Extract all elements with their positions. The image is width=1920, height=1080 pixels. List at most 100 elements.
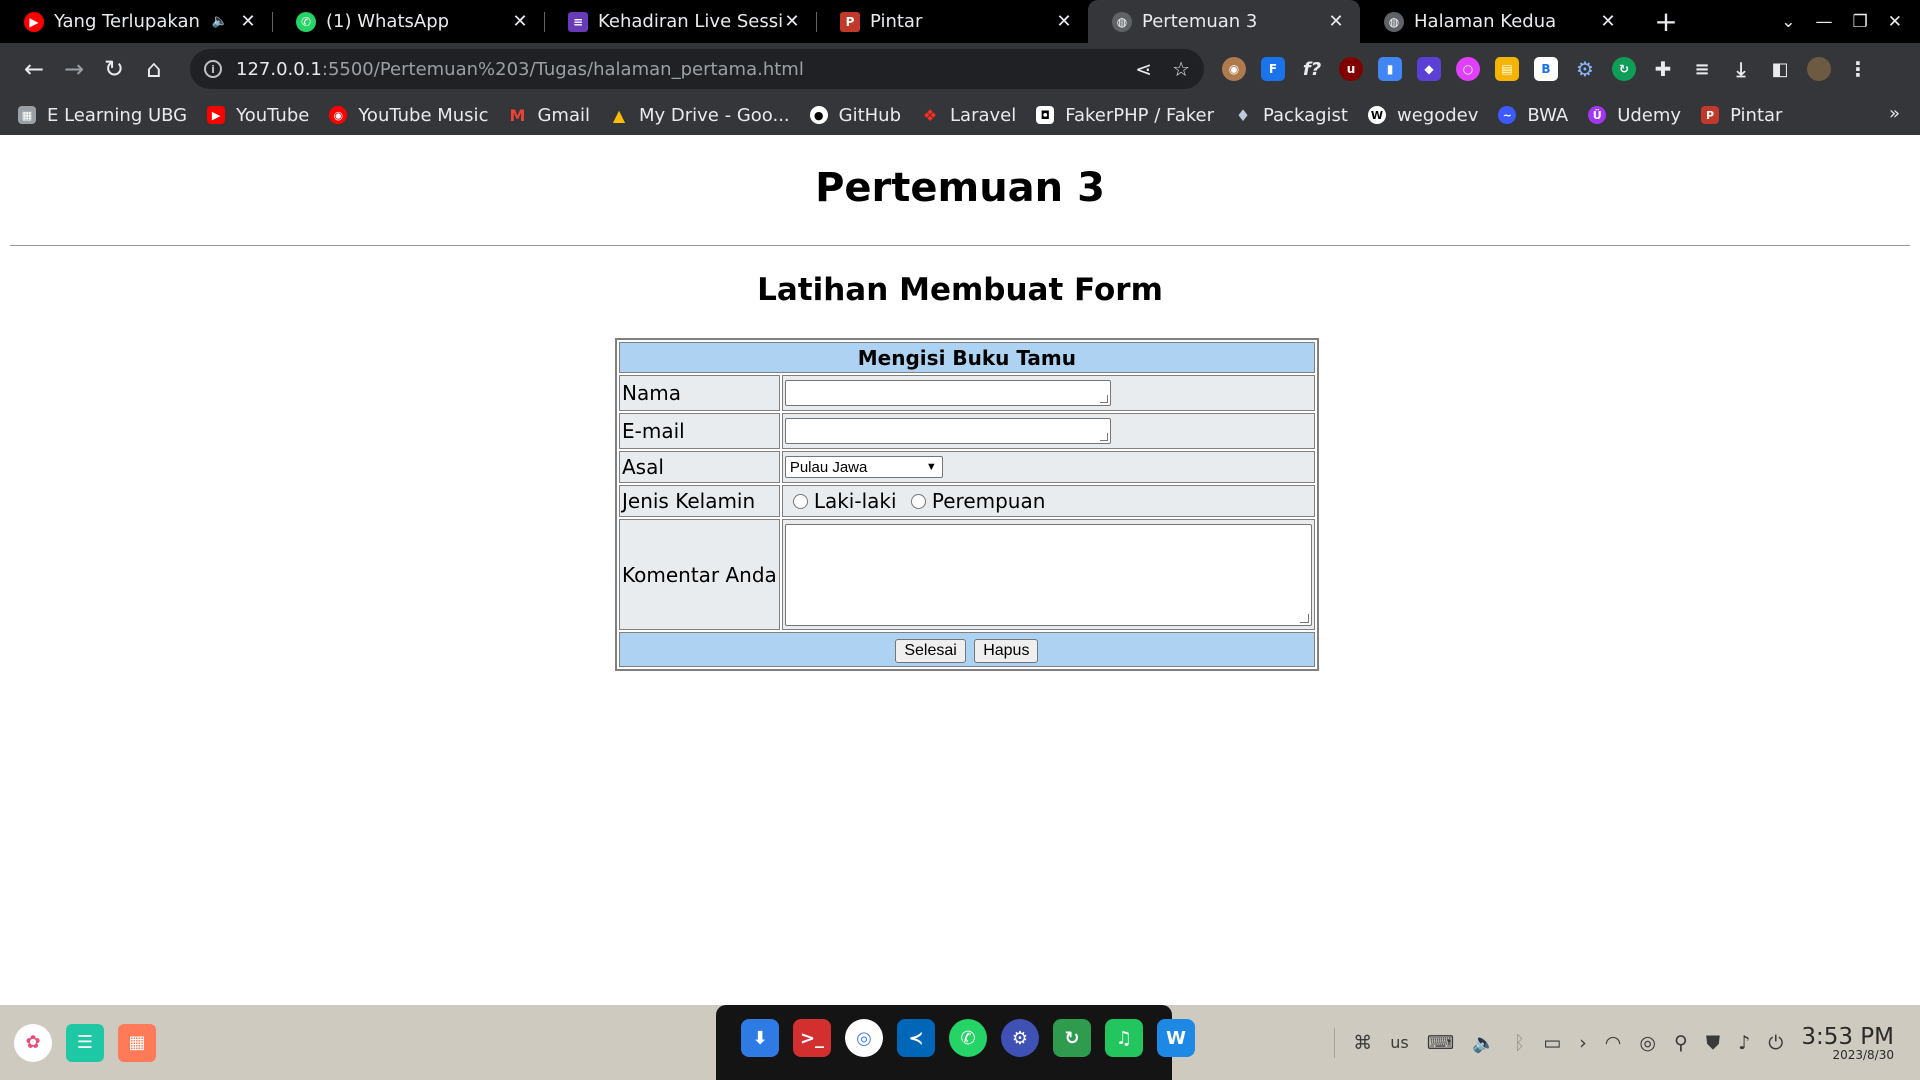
- tab-title: Yang Terlupakan - Yo: [54, 11, 206, 32]
- email-input[interactable]: [784, 418, 1111, 444]
- speaker-icon[interactable]: 🔈: [212, 14, 228, 29]
- keyboard-layout[interactable]: us: [1390, 1033, 1408, 1052]
- close-icon[interactable]: ✕: [238, 11, 258, 32]
- extension-icon[interactable]: ◆: [1417, 57, 1441, 81]
- settings-icon[interactable]: ⚙: [1001, 1019, 1039, 1057]
- multitask-icon[interactable]: ☰: [66, 1023, 104, 1062]
- wegodev-icon: W: [1367, 106, 1386, 124]
- wifi-icon[interactable]: ◠: [1605, 1032, 1622, 1054]
- tab-search-icon[interactable]: ⌄: [1781, 12, 1795, 32]
- back-icon[interactable]: ←: [14, 49, 54, 89]
- keyboard-icon[interactable]: ⌨: [1427, 1032, 1454, 1054]
- bluetooth-icon[interactable]: ᛒ: [1514, 1032, 1525, 1054]
- tab-youtube[interactable]: ▶ Yang Terlupakan - Yo 🔈 ✕: [0, 0, 272, 43]
- terminal-icon[interactable]: >_: [793, 1019, 831, 1057]
- clock-date: 2023/8/30: [1832, 1047, 1894, 1062]
- komentar-textarea[interactable]: [784, 523, 1312, 626]
- bookmark-fakerphp[interactable]: ◘ FakerPHP / Faker: [1036, 105, 1214, 126]
- puzzle-icon[interactable]: ✚: [1651, 57, 1675, 81]
- nama-input[interactable]: [784, 380, 1111, 406]
- form-icon: ≡: [568, 11, 588, 32]
- activity-monitor-icon[interactable]: ◎: [1639, 1032, 1656, 1054]
- selesai-button[interactable]: Selesai: [895, 639, 966, 663]
- menu-kebab-icon[interactable]: ⋮: [1846, 57, 1870, 81]
- font-ninja-icon[interactable]: f?: [1300, 57, 1324, 81]
- close-icon[interactable]: ✕: [510, 11, 530, 32]
- bookmark-packagist[interactable]: ♦ Packagist: [1234, 105, 1348, 126]
- tab-pintar[interactable]: P Pintar ✕: [816, 0, 1088, 43]
- bookmark-youtube[interactable]: ▶ YouTube: [207, 105, 309, 126]
- notification-bell-icon[interactable]: ♪: [1738, 1032, 1750, 1054]
- bookmark-my-drive[interactable]: ▲ My Drive - Goo...: [610, 105, 790, 126]
- extension-icon[interactable]: ▤: [1495, 57, 1519, 81]
- address-bar[interactable]: i 127.0.0.1:5500/Pertemuan%203/Tugas/hal…: [190, 49, 1204, 89]
- site-info-icon[interactable]: i: [204, 60, 222, 78]
- komentar-label: Komentar Anda: [619, 519, 780, 630]
- side-panel-icon[interactable]: ◧: [1768, 57, 1792, 81]
- tab-whatsapp[interactable]: ✆ (1) WhatsApp ✕: [272, 0, 544, 43]
- window-controls: ⌄ — ❐ ✕: [1781, 0, 1920, 43]
- tab-pertemuan-3[interactable]: ◍ Pertemuan 3 ✕: [1088, 0, 1360, 43]
- search-icon[interactable]: ⚲: [1674, 1032, 1688, 1054]
- volume-icon[interactable]: 🔈: [1472, 1031, 1496, 1054]
- asal-select[interactable]: Pulau Jawa ▼: [784, 456, 943, 478]
- bookmark-github[interactable]: ● GitHub: [809, 105, 901, 126]
- launcher-icon[interactable]: ✿: [14, 1023, 52, 1062]
- bookmark-wegodev[interactable]: Wwegodev: [1367, 105, 1478, 126]
- wps-writer-icon[interactable]: W: [1157, 1019, 1195, 1057]
- vscode-icon[interactable]: ≺: [897, 1019, 935, 1057]
- bookmark-pintar[interactable]: P Pintar: [1701, 105, 1782, 126]
- bookmark-e-learning-ubg[interactable]: ▦ E Learning UBG: [18, 105, 187, 126]
- close-icon[interactable]: ✕: [782, 11, 802, 32]
- forward-icon[interactable]: →: [54, 49, 94, 89]
- power-icon[interactable]: ⏻: [1768, 1032, 1783, 1054]
- hapus-button[interactable]: Hapus: [974, 639, 1039, 663]
- input-method-icon[interactable]: ⌘: [1353, 1032, 1372, 1054]
- bookmark-laravel[interactable]: ❖ Laravel: [921, 105, 1016, 126]
- media-control-icon[interactable]: ≡: [1690, 57, 1714, 81]
- docs-icon[interactable]: ▮: [1378, 57, 1402, 81]
- battery-icon[interactable]: ▭: [1543, 1032, 1561, 1054]
- clock[interactable]: 3:53 PM 2023/8/30: [1801, 1024, 1894, 1062]
- security-icon[interactable]: ⛊: [1706, 1032, 1720, 1054]
- music-icon[interactable]: ♫: [1105, 1019, 1143, 1057]
- close-icon[interactable]: ✕: [1598, 11, 1618, 32]
- new-tab-button[interactable]: +: [1644, 0, 1688, 43]
- home-icon[interactable]: ⌂: [134, 49, 174, 89]
- extension-icon[interactable]: F: [1261, 57, 1285, 81]
- radio-perempuan[interactable]: [910, 494, 926, 509]
- bookmark-gmail[interactable]: M Gmail: [508, 105, 590, 126]
- extension-icon[interactable]: B: [1534, 57, 1558, 81]
- close-icon[interactable]: ✕: [1326, 11, 1346, 32]
- extension-icon[interactable]: ○: [1456, 57, 1480, 81]
- gear-icon[interactable]: ⚙: [1573, 57, 1597, 81]
- ublock-icon[interactable]: u: [1339, 57, 1363, 81]
- bookmark-udemy[interactable]: Ü Udemy: [1588, 105, 1681, 126]
- reload-icon[interactable]: ↻: [94, 49, 134, 89]
- bookmark-bwa[interactable]: ~ BWA: [1498, 105, 1568, 126]
- share-icon[interactable]: ⋖: [1135, 57, 1152, 81]
- bookmark-youtube-music[interactable]: ◉ YouTube Music: [329, 105, 488, 126]
- tab-kehadiran[interactable]: ≡ Kehadiran Live Session ✕: [544, 0, 816, 43]
- radio-laki-laki[interactable]: [792, 494, 808, 509]
- youtube-icon: ▶: [207, 106, 226, 124]
- bookmarks-overflow-icon[interactable]: »: [1889, 103, 1900, 124]
- chevron-right-icon[interactable]: ›: [1579, 1032, 1587, 1054]
- close-icon[interactable]: ✕: [1054, 11, 1074, 32]
- update-icon[interactable]: ↻: [1053, 1019, 1091, 1057]
- app-grid-icon[interactable]: ▦: [118, 1023, 156, 1062]
- whatsapp-icon[interactable]: ✆: [949, 1019, 987, 1057]
- clock-time: 3:53 PM: [1801, 1023, 1894, 1050]
- restore-icon[interactable]: ❐: [1853, 12, 1868, 32]
- minimize-icon[interactable]: —: [1816, 12, 1833, 32]
- app-store-icon[interactable]: ⬇: [741, 1019, 779, 1057]
- bookmark-star-icon[interactable]: ☆: [1172, 57, 1190, 81]
- download-icon[interactable]: ⤓: [1729, 57, 1753, 81]
- tab-halaman-kedua[interactable]: ◍ Halaman Kedua ✕: [1360, 0, 1632, 43]
- close-window-icon[interactable]: ✕: [1888, 12, 1902, 32]
- avatar[interactable]: [1807, 57, 1831, 81]
- chrome-icon[interactable]: ◎: [845, 1019, 883, 1057]
- bookmark-label: Pintar: [1730, 104, 1783, 126]
- extension-icon[interactable]: ↻: [1612, 57, 1636, 81]
- extension-icon[interactable]: ◉: [1222, 57, 1246, 81]
